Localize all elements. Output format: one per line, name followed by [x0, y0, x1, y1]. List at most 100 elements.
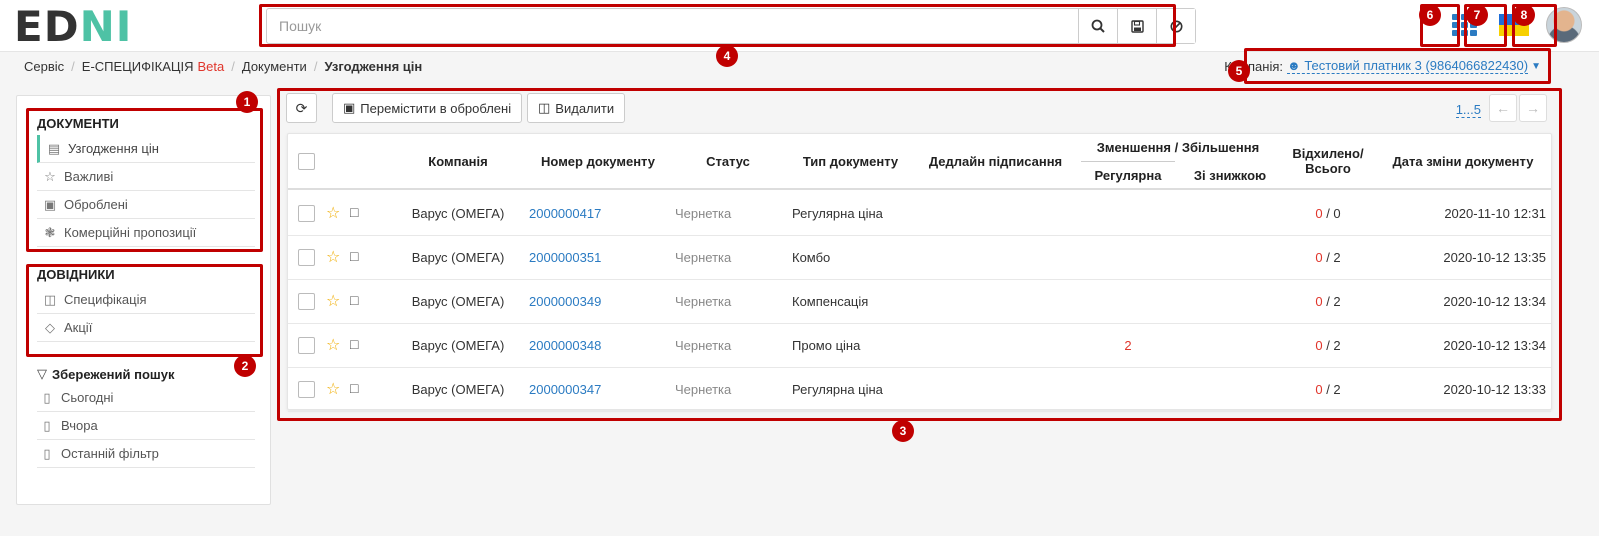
sidebar-item-promotions[interactable]: ◇ Акції [37, 314, 255, 342]
save-search-button[interactable] [1117, 9, 1156, 43]
header-deadline[interactable]: Дедлайн підписання [923, 154, 1068, 169]
refresh-button[interactable]: ⟳ [286, 93, 317, 123]
table-row[interactable]: ☆ □ Варус (ОМЕГА) 2000000417 Чернетка Регуляр… [288, 192, 1551, 236]
row-checkbox[interactable] [298, 381, 315, 398]
saved-search-today[interactable]: ▯ Сьогодні [37, 384, 255, 412]
logo-left: ED [14, 1, 80, 51]
breadcrumb-service[interactable]: Сервіс [24, 59, 64, 74]
doc-number-link[interactable]: 2000000348 [529, 338, 601, 353]
delete-button[interactable]: ◫ Видалити [527, 93, 626, 123]
user-icon: ☻ [1287, 58, 1305, 73]
annotation-badge-1: 1 [236, 91, 258, 113]
row-rejected-total: 0 / 0 [1288, 192, 1368, 236]
row-doc-number[interactable]: 2000000349 [529, 280, 669, 324]
doc-number-link[interactable]: 2000000417 [529, 206, 601, 221]
refresh-icon: ⟳ [295, 99, 308, 116]
table-row[interactable]: ☆ □ Варус (ОМЕГА) 2000000347 Чернетка Регуляр… [288, 368, 1551, 412]
beta-badge: Beta [197, 58, 225, 74]
chevron-down-icon[interactable]: ▼ [1531, 61, 1541, 72]
bookmark-icon[interactable]: □ [350, 336, 358, 352]
next-page-button[interactable]: → [1519, 94, 1547, 122]
table-row[interactable]: ☆ □ Варус (ОМЕГА) 2000000348 Чернетка Промо ц… [288, 324, 1551, 368]
row-checkbox[interactable] [298, 293, 315, 310]
references-title: ДОВІДНИКИ [37, 267, 115, 282]
prev-page-button[interactable]: ← [1489, 94, 1517, 122]
star-icon[interactable]: ☆ [326, 247, 340, 267]
header-company[interactable]: Компанія [398, 154, 518, 169]
saved-search-last-filter[interactable]: ▯ Останній фільтр [37, 440, 255, 468]
pager[interactable]: 1...5 [1455, 102, 1481, 118]
star-icon[interactable]: ☆ [326, 291, 340, 311]
row-checkbox[interactable] [298, 249, 315, 266]
header-status[interactable]: Статус [678, 154, 778, 169]
header-group-divider [1081, 161, 1175, 162]
search-input[interactable] [267, 9, 1078, 43]
row-checkbox[interactable] [298, 337, 315, 354]
row-changed-date: 2020-10-12 13:33 [1443, 382, 1546, 397]
bookmark-icon[interactable]: □ [350, 380, 358, 396]
saved-search-section: ▽ Збережений пошук ▯ Сьогодні ▯ Вчора ▯ … [37, 364, 255, 468]
search-button[interactable] [1078, 9, 1117, 43]
header-doc-type[interactable]: Тип документу [788, 154, 913, 169]
table-row[interactable]: ☆ □ Варус (ОМЕГА) 2000000351 Чернетка Комбо 0 … [288, 236, 1551, 280]
row-total: / 2 [1322, 294, 1341, 309]
delete-label: Видалити [555, 100, 615, 116]
move-to-processed-button[interactable]: ▣ Перемістити в оброблені [332, 93, 523, 123]
user-menu-button[interactable] [1545, 5, 1583, 45]
sidebar-item-price-approval[interactable]: ▤ Узгодження цін [37, 135, 255, 163]
clear-search-button[interactable] [1156, 9, 1195, 43]
bookmark-icon[interactable]: □ [350, 204, 358, 220]
sidebar-item-specification[interactable]: ◫ Специфікація [37, 286, 255, 314]
sidebar-item-commercial-offers[interactable]: ❃ Комерційні пропозиції [37, 219, 255, 247]
bookmark-icon[interactable]: □ [350, 248, 358, 264]
sidebar-item-label: Важливі [64, 169, 114, 184]
row-total: / 0 [1322, 206, 1341, 221]
star-icon: ☆ [44, 168, 56, 184]
table-row[interactable]: ☆ □ Варус (ОМЕГА) 2000000349 Чернетка Компенс… [288, 280, 1551, 324]
header-rejected[interactable]: Відхилено/ Всього [1288, 146, 1368, 176]
row-rejected: 0 [1315, 250, 1323, 265]
star-icon[interactable]: ☆ [326, 335, 340, 355]
sidebar-item-processed[interactable]: ▣ Оброблені [37, 191, 255, 219]
row-doc-type: Комбо [792, 250, 831, 265]
header-regular[interactable]: Регулярна [1078, 168, 1178, 183]
archive-icon: ▣ [43, 196, 57, 212]
star-icon[interactable]: ☆ [326, 203, 340, 223]
doc-number-link[interactable]: 2000000347 [529, 382, 601, 397]
saved-search-yesterday[interactable]: ▯ Вчора [37, 412, 255, 440]
row-rejected: 0 [1315, 338, 1323, 353]
bookmark-icon[interactable]: □ [350, 292, 358, 308]
row-doc-number[interactable]: 2000000417 [529, 192, 669, 236]
row-rejected: 0 [1315, 294, 1323, 309]
header-changed-date[interactable]: Дата зміни документу [1378, 154, 1548, 169]
company-value: Тестовий платник 3 (9864066822430) [1304, 58, 1529, 73]
sidebar-item-label: Акції [64, 320, 93, 335]
row-doc-number[interactable]: 2000000347 [529, 368, 669, 412]
row-doc-type: Промо ціна [792, 338, 861, 353]
row-rejected-total: 0 / 2 [1288, 236, 1368, 280]
select-all-checkbox[interactable] [298, 153, 315, 170]
saved-search-label: Останній фільтр [61, 446, 159, 461]
header-rejected-line1: Відхилено/ [1292, 146, 1364, 161]
header-discount[interactable]: Зі знижкою [1180, 168, 1280, 183]
row-status: Чернетка [675, 338, 732, 353]
row-rejected: 0 [1315, 206, 1323, 221]
documents-section: ДОКУМЕНТИ ▤ Узгодження цін ☆ Важливі ▣ О… [37, 113, 255, 247]
company-dropdown[interactable]: ☻ Тестовий платник 3 (9864066822430) [1287, 58, 1529, 74]
edin-logo[interactable]: ED NI [14, 2, 132, 51]
row-total: / 2 [1322, 382, 1341, 397]
save-icon [1130, 19, 1144, 33]
breadcrumb-espec[interactable]: Е-СПЕЦИФІКАЦІЯ [82, 59, 194, 74]
doc-number-link[interactable]: 2000000351 [529, 250, 601, 265]
breadcrumb-documents[interactable]: Документи [242, 59, 307, 74]
doc-number-link[interactable]: 2000000349 [529, 294, 601, 309]
row-doc-number[interactable]: 2000000351 [529, 236, 669, 280]
header-doc-number[interactable]: Номер документу [528, 154, 668, 169]
row-checkbox[interactable] [298, 205, 315, 222]
saved-search-label: Сьогодні [61, 390, 114, 405]
file-icon: ▯ [43, 389, 51, 405]
star-icon[interactable]: ☆ [326, 379, 340, 399]
row-status: Чернетка [675, 206, 732, 221]
sidebar-item-important[interactable]: ☆ Важливі [37, 163, 255, 191]
row-doc-number[interactable]: 2000000348 [529, 324, 669, 368]
